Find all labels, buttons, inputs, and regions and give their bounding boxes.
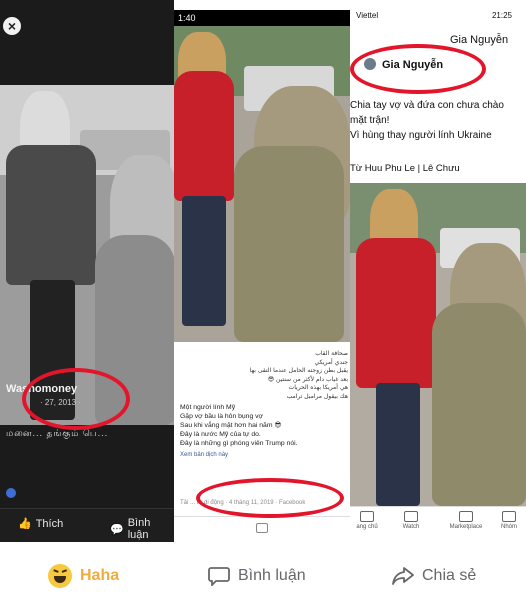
tab-marketplace[interactable]: Marketplace [444, 511, 488, 530]
viet-line: Đây là nước Mỹ của tự do. [180, 431, 261, 438]
close-icon[interactable]: × [3, 17, 21, 35]
right-photo[interactable] [350, 183, 526, 506]
arabic-text-block: صحافة القاب جندي أمريكي يقبل بطن زوجته ا… [180, 350, 348, 401]
tab-watch-label: Watch [402, 524, 420, 530]
see-translation-link[interactable]: Xem bản dịch này [180, 451, 348, 460]
viet-line: Đây là những gì phóng viên Trump nói. [180, 440, 298, 447]
comment-bubble-icon [208, 567, 230, 586]
post-line: Vì hùng thay người lính Ukraine [350, 130, 492, 141]
tab-marketplace-label: Marketplace [449, 524, 483, 530]
globe-icon [6, 488, 16, 498]
arabic-line: هك بيقول مرامبل ترامب [286, 392, 348, 400]
haha-emoji-icon [48, 564, 72, 588]
video-icon [404, 511, 418, 522]
tab-home[interactable]: ang chủ [350, 511, 384, 530]
viet-line: Một người lính Mỹ [180, 404, 236, 411]
middle-photo [174, 26, 350, 342]
post-source-credit: Từ Huu Phu Le | Lê Chưu [350, 163, 460, 174]
post-line: Chia tay vợ và đứa con chưa chào [350, 100, 504, 111]
arabic-line: بعد غياب دام لأكثر من سنتين 😎 [267, 375, 348, 383]
like-label-left: Thích [35, 517, 64, 530]
home-square-icon[interactable] [256, 523, 268, 533]
share-label: Chia sẻ [422, 567, 477, 584]
left-action-bar: 👍 Thích 💬 Bình luận [0, 508, 174, 542]
left-post-date: · 27, 2013 · [40, 398, 81, 407]
post-action-bar: Haha Bình luận Chia sẻ [0, 551, 526, 600]
like-button-left[interactable]: 👍 Thích [18, 517, 64, 531]
comment-label: Bình luận [238, 567, 306, 584]
viet-line: Sau khi vắng mặt hơn hai năm 😎 [180, 422, 282, 429]
middle-panel-post: 1:40 صحافة القاب جندي أمريكي يقبل بطن زو… [174, 0, 350, 542]
avatar[interactable] [364, 58, 376, 70]
tab-watch[interactable]: Watch [394, 511, 428, 530]
thumbs-up-icon: 👍 [18, 518, 32, 530]
tab-groups-label: Nhóm [500, 524, 517, 530]
middle-status-bar: 1:40 [174, 10, 350, 26]
middle-nav-bar [174, 516, 350, 542]
arabic-line: جندي أمريكي [314, 358, 348, 366]
arabic-line: يقبل بطن زوجته الحامل عندما التقى بها [249, 367, 348, 374]
arabic-line: هي أمريكا بهذه الحريات [288, 384, 348, 391]
status-time: 21:25 [491, 11, 512, 20]
comment-button-left[interactable]: 💬 Bình luận [110, 517, 174, 541]
middle-status-time: 1:40 [178, 13, 196, 23]
arabic-line: صحافة القاب [315, 350, 348, 357]
groups-icon [502, 511, 516, 522]
comment-icon: 💬 [110, 523, 124, 536]
middle-post-text: صحافة القاب جندي أمريكي يقبل بطن زوجته ا… [180, 350, 348, 460]
share-button[interactable]: Chia sẻ [392, 563, 476, 589]
post-line: mặt trận! [350, 115, 390, 126]
screenshot-root: × Washomoney · 27, 2013 · மனை... தங்கும்… [0, 0, 526, 600]
right-status-bar: Viettel 21:25 [350, 8, 526, 24]
comment-button[interactable]: Bình luận [208, 563, 306, 589]
post-author-name[interactable]: Gia Nguyễn [382, 59, 443, 71]
viet-line: Gặp vợ bầu là hôn bụng vợ [180, 413, 263, 420]
middle-post-meta: Tải ... từ di động · 4 tháng 11, 2019 · … [180, 500, 306, 506]
tab-home-label: ang chủ [356, 524, 378, 530]
home-icon [360, 511, 374, 522]
carrier-name: Viettel [356, 11, 379, 20]
fb-bottom-tab-bar: ang chủ Watch Marketplace Nhóm [350, 506, 526, 542]
comment-label-left: Bình luận [127, 517, 151, 541]
shop-icon [459, 511, 473, 522]
haha-reaction-button[interactable]: Haha [48, 563, 119, 589]
left-photo [0, 85, 174, 425]
right-panel-fb-app: Viettel 21:25 Gia Nguyễn Gia Nguyễn Chia… [350, 0, 526, 542]
haha-label: Haha [80, 567, 120, 584]
vietnamese-text-block: Một người lính Mỹ Gặp vợ bầu là hôn bụng… [180, 403, 348, 448]
left-poster-name[interactable]: Washomoney [6, 383, 77, 395]
share-arrow-icon [392, 567, 414, 585]
tab-groups[interactable]: Nhóm [492, 511, 526, 530]
left-caption: மனை... தங்கும் பெ... [6, 428, 109, 438]
image-collage[interactable]: × Washomoney · 27, 2013 · மனை... தங்கும்… [0, 0, 526, 542]
header-profile-name[interactable]: Gia Nguyễn [450, 34, 508, 46]
right-post-text: Chia tay vợ và đứa con chưa chào mặt trậ… [350, 98, 526, 143]
left-panel-dark-viewer: × Washomoney · 27, 2013 · மனை... தங்கும்… [0, 0, 174, 542]
